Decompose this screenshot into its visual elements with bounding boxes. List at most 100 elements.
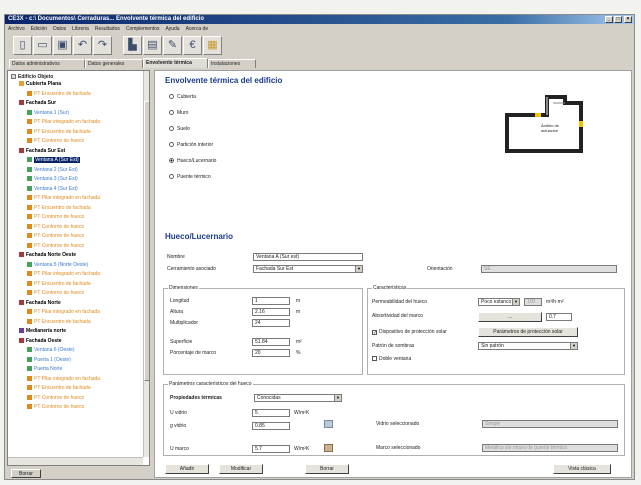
cerramiento-select[interactable]: Fachada Sur Est ▼ xyxy=(253,265,363,273)
tree-item[interactable]: PT Encuentro de fachada xyxy=(27,385,91,391)
permeabilidad-select[interactable]: Poco estanco ▼ xyxy=(478,298,520,306)
tree-item[interactable]: Fachada Sur xyxy=(19,100,56,106)
absortividad-button[interactable]: ... xyxy=(478,312,542,322)
tree-item[interactable]: Fachada Oeste xyxy=(19,337,62,344)
glass-library-icon[interactable] xyxy=(324,420,333,428)
anadir-button[interactable]: Añadir xyxy=(165,464,209,474)
save-icon[interactable]: ▣ xyxy=(53,36,72,55)
nombre-input[interactable]: Ventana A (Sur est) xyxy=(253,253,363,261)
menu-item[interactable]: Edición xyxy=(31,26,47,32)
tab-datos-generales[interactable]: Datos generales xyxy=(85,59,143,68)
tree-item[interactable]: PT Pilar integrado en fachada xyxy=(27,375,100,382)
tree-item[interactable]: PT Encuentro de fachada xyxy=(27,280,91,287)
parametros-proteccion-button[interactable]: Parámetros de protección solar xyxy=(478,327,578,337)
tree-item[interactable]: Fachada Norte Oeste xyxy=(19,252,76,258)
tree-item[interactable]: PT Contorno de hueco xyxy=(27,404,84,410)
radio-hueco-lucernario[interactable]: Hueco/Lucernario xyxy=(169,158,216,165)
dim-input[interactable]: 20 xyxy=(252,349,290,357)
menu-item[interactable]: Ayuda xyxy=(166,26,180,32)
permeabilidad-label: Permeabilidad del hueco xyxy=(372,299,428,305)
tree-item[interactable]: Ventana 6 (Oeste) xyxy=(27,347,75,353)
tools-icon[interactable]: ✎ xyxy=(163,36,182,55)
borrar-button[interactable]: Borrar xyxy=(305,464,349,474)
menu-item[interactable]: Acerca de xyxy=(186,26,209,32)
tree-item[interactable]: Ventana 5 (Norte Oeste) xyxy=(27,261,88,268)
modificar-button[interactable]: Modificar xyxy=(219,464,263,474)
tree-item[interactable]: Fachada Norte xyxy=(19,299,61,306)
tree-item[interactable]: PT Pilar integrado en fachada xyxy=(27,195,100,201)
tree-item[interactable]: Ventana 1 (Sur) xyxy=(27,109,69,116)
tree-item[interactable]: PT Pilar integrado en fachada xyxy=(27,271,100,277)
tree-root[interactable]: Edificio Objeto xyxy=(11,74,53,80)
radio-puente-t-rmico[interactable]: Puente térmico xyxy=(169,174,211,181)
radio-partici-n-interior[interactable]: Partición interior xyxy=(169,142,213,149)
param-input[interactable]: 5.7 xyxy=(252,445,290,453)
tree-item[interactable]: PT Contorno de hueco xyxy=(27,242,84,249)
radio-circle-icon xyxy=(169,158,174,163)
chart-icon[interactable]: ▤ xyxy=(143,36,162,55)
menu-item[interactable]: Archivo xyxy=(8,26,25,32)
radio-suelo[interactable]: Suelo xyxy=(169,126,190,133)
tree-item[interactable]: Ventana 2 (Sur Est) xyxy=(27,166,78,173)
maximize-button[interactable]: □ xyxy=(614,16,622,23)
building-icon[interactable]: ▙ xyxy=(123,36,142,55)
tree-item[interactable]: Ventana 4 (Sur Est) xyxy=(27,185,78,192)
param-input[interactable]: 0.85 xyxy=(252,422,290,430)
tree-item[interactable]: Ventana A (Sur Est) xyxy=(27,157,80,163)
param-input[interactable]: 5 xyxy=(252,409,290,417)
tree-item[interactable]: PT Encuentro de fachada xyxy=(27,128,91,135)
tree-horizontal-scrollbar[interactable] xyxy=(8,457,143,465)
tree-vertical-scrollbar[interactable] xyxy=(143,71,149,457)
scroll-thumb[interactable] xyxy=(144,101,149,381)
absortividad-input[interactable]: 0.7 xyxy=(546,313,572,321)
tree-item[interactable]: PT Contorno de hueco xyxy=(27,290,84,296)
proteccion-solar-checkbox[interactable]: ✓ Dispositivo de protección solar xyxy=(372,329,447,336)
tree-item[interactable]: Medianería norte xyxy=(19,328,66,334)
tree-item[interactable]: PT Encuentro de fachada xyxy=(27,204,91,211)
tree-item[interactable]: PT Pilar integrado en fachada xyxy=(27,309,100,315)
vista-clasica-button[interactable]: Vista clásica xyxy=(553,464,611,474)
orientacion-field: SE xyxy=(481,265,617,273)
tree-item[interactable]: PT Contorno de hueco xyxy=(27,233,84,239)
frame-library-icon[interactable] xyxy=(324,444,333,452)
doble-ventana-checkbox[interactable]: Doble ventana xyxy=(372,356,411,363)
propiedades-termicas-select[interactable]: Conocidas ▼ xyxy=(254,394,342,402)
tree-item[interactable]: PT Pilar integrado en fachada xyxy=(27,119,100,125)
tree-delete-button[interactable]: Borrar xyxy=(11,469,41,478)
tree-item[interactable]: Cubierta Plana xyxy=(19,81,61,87)
dim-input[interactable]: 1 xyxy=(252,297,290,305)
dim-input[interactable]: 2.16 xyxy=(252,308,290,316)
menu-item[interactable]: Complementos xyxy=(126,26,160,32)
undo-icon[interactable]: ↶ xyxy=(73,36,92,55)
menu-item[interactable]: Resultados xyxy=(95,26,120,32)
tree-item[interactable]: PT Encuentro de fachada xyxy=(27,90,91,97)
euro-icon[interactable]: € xyxy=(183,36,202,55)
tab-envolvente-termica[interactable]: Envolvente térmica xyxy=(143,58,208,68)
tab-datos-administrativos[interactable]: Datos administrativos xyxy=(9,59,85,68)
menu-item[interactable]: Libreria xyxy=(72,26,89,32)
redo-icon[interactable]: ↷ xyxy=(93,36,112,55)
tree-item[interactable]: Ventana 3 (Sur Est) xyxy=(27,176,78,182)
patron-sombras-select[interactable]: Sin patrón ▼ xyxy=(478,342,578,350)
tree-item[interactable]: Puerta 1 (Oeste) xyxy=(27,356,71,363)
open-folder-icon[interactable]: ▭ xyxy=(33,36,52,55)
tree-item[interactable]: Fachada Sur Est xyxy=(19,147,65,154)
tab-instalaciones[interactable]: Instalaciones xyxy=(208,59,256,68)
tree-item[interactable]: PT Contorno de hueco xyxy=(27,138,84,144)
tree-item[interactable]: Puerta Norte xyxy=(27,366,62,372)
document-icon[interactable]: ▦ xyxy=(203,36,222,55)
minimize-button[interactable]: _ xyxy=(605,16,613,23)
dim-input[interactable]: 24 xyxy=(252,319,290,327)
window-title: CE3X - c:\ Documentos\ Cerraduras... Env… xyxy=(8,16,205,22)
main-tabs: Datos administrativos Datos generales En… xyxy=(5,58,634,68)
new-file-icon[interactable]: ▯ xyxy=(13,36,32,55)
close-button[interactable]: × xyxy=(624,16,632,23)
tree-item[interactable]: PT Contorno de hueco xyxy=(27,223,84,230)
tree-item[interactable]: PT Encuentro de fachada xyxy=(27,318,91,325)
radio-cubierta[interactable]: Cubierta xyxy=(169,94,196,101)
tree-item[interactable]: PT Contorno de hueco xyxy=(27,394,84,401)
radio-muro[interactable]: Muro xyxy=(169,110,188,117)
menu-item[interactable]: Datos xyxy=(53,26,66,32)
tree-item[interactable]: PT Contorno de hueco xyxy=(27,214,84,220)
dim-input[interactable]: 51.84 xyxy=(252,338,290,346)
